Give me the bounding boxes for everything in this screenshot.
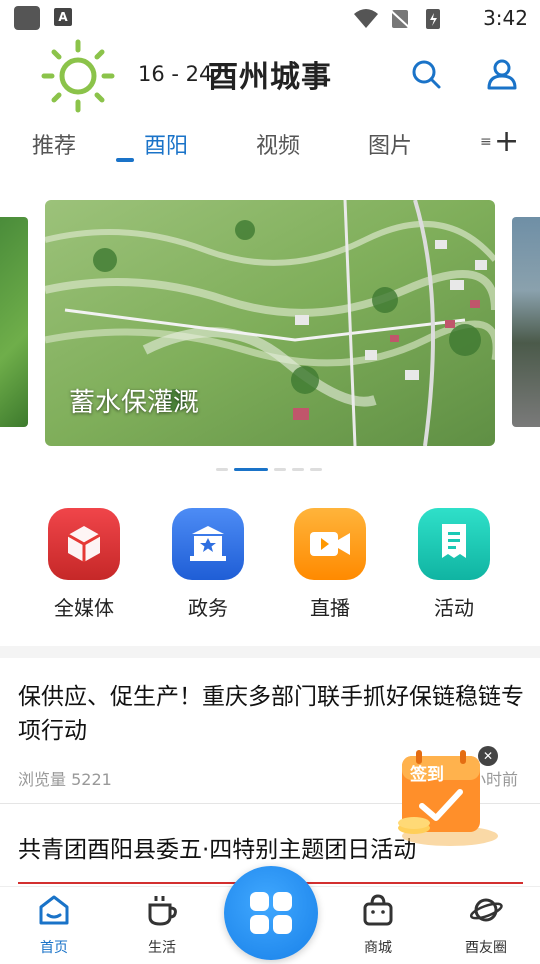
news-title[interactable]: 保供应、促生产！重庆多部门联手抓好保链稳链专项行动 bbox=[18, 680, 528, 748]
temperature-range: 16 - 24 bbox=[138, 62, 213, 86]
government-icon bbox=[172, 508, 244, 580]
tab-video[interactable]: 视频 bbox=[256, 128, 300, 160]
carousel-dots bbox=[216, 468, 326, 472]
carousel-dot bbox=[310, 468, 322, 471]
no-sim-icon bbox=[387, 7, 413, 30]
nav-label: 首页 bbox=[40, 940, 68, 956]
notification-square-icon bbox=[14, 6, 40, 30]
app-header: 16 - 24 酉州城事 bbox=[0, 36, 540, 113]
carousel-slide[interactable]: 蓄水保灌溉 bbox=[45, 200, 495, 446]
clock: 3:42 bbox=[483, 6, 528, 30]
search-icon[interactable] bbox=[408, 56, 444, 92]
nav-item-home[interactable]: 首页 bbox=[14, 893, 94, 957]
status-bar: A 3:42 bbox=[0, 0, 540, 36]
sun-icon bbox=[41, 39, 115, 113]
quick-link-label: 全媒体 bbox=[54, 596, 114, 620]
quick-link-live[interactable]: 直播 bbox=[280, 508, 380, 621]
coffee-icon bbox=[148, 896, 177, 926]
active-tab-indicator bbox=[116, 158, 134, 162]
nav-item-friends[interactable]: 酉友圈 bbox=[446, 893, 526, 957]
brand-logo: 酉州城事 bbox=[208, 60, 332, 95]
add-channel-button[interactable]: + bbox=[494, 124, 519, 159]
carousel-dot bbox=[292, 468, 304, 471]
sign-in-label: 签到 bbox=[410, 765, 444, 785]
quick-link-label: 活动 bbox=[434, 596, 474, 620]
nav-label: 酉友圈 bbox=[465, 940, 507, 956]
news-views: 浏览量 5221 bbox=[18, 770, 112, 789]
quick-link-label: 直播 bbox=[310, 596, 350, 620]
quick-link-activity[interactable]: 活动 bbox=[404, 508, 504, 621]
tab-more-partial[interactable]: ≡ bbox=[480, 134, 492, 150]
quick-link-allmedia[interactable]: 全媒体 bbox=[34, 508, 134, 621]
tab-youyang[interactable]: 酉阳 bbox=[144, 128, 188, 160]
quick-links: 全媒体 政务 直播 活动 bbox=[0, 508, 540, 628]
document-icon bbox=[418, 508, 490, 580]
planet-icon bbox=[469, 898, 503, 922]
carousel-prev-slide[interactable] bbox=[0, 217, 28, 427]
wifi-icon bbox=[354, 9, 378, 28]
shopping-bag-icon bbox=[363, 894, 393, 926]
tab-recommend[interactable]: 推荐 bbox=[32, 128, 76, 160]
battery-charging-icon bbox=[426, 9, 440, 29]
section-divider bbox=[0, 646, 540, 658]
sign-in-float[interactable]: 签到 bbox=[380, 744, 520, 848]
carousel-caption: 蓄水保灌溉 bbox=[69, 388, 200, 418]
video-camera-icon bbox=[294, 508, 366, 580]
banner-carousel[interactable]: 蓄水保灌溉 bbox=[0, 200, 540, 446]
nav-item-life[interactable]: 生活 bbox=[122, 893, 202, 957]
a-app-icon: A bbox=[54, 8, 72, 26]
carousel-next-slide[interactable] bbox=[512, 217, 540, 427]
carousel-dot-active bbox=[234, 468, 268, 471]
quick-link-label: 政务 bbox=[188, 596, 228, 620]
carousel-dot bbox=[216, 468, 228, 471]
center-apps-button[interactable] bbox=[224, 866, 318, 960]
status-icons bbox=[354, 7, 440, 30]
nav-label: 商城 bbox=[364, 940, 392, 956]
channel-tabs: 推荐 酉阳 视频 图片 ≡ bbox=[0, 120, 540, 170]
tab-pictures[interactable]: 图片 bbox=[368, 128, 412, 160]
quick-link-government[interactable]: 政务 bbox=[158, 508, 258, 621]
cube-icon bbox=[48, 508, 120, 580]
nav-item-mall[interactable]: 商城 bbox=[338, 893, 418, 957]
home-icon bbox=[39, 895, 69, 925]
nav-label: 生活 bbox=[148, 940, 176, 956]
apps-grid-icon bbox=[250, 892, 292, 934]
carousel-dot bbox=[274, 468, 286, 471]
close-icon[interactable]: ✕ bbox=[478, 746, 498, 766]
user-icon[interactable] bbox=[484, 56, 520, 92]
